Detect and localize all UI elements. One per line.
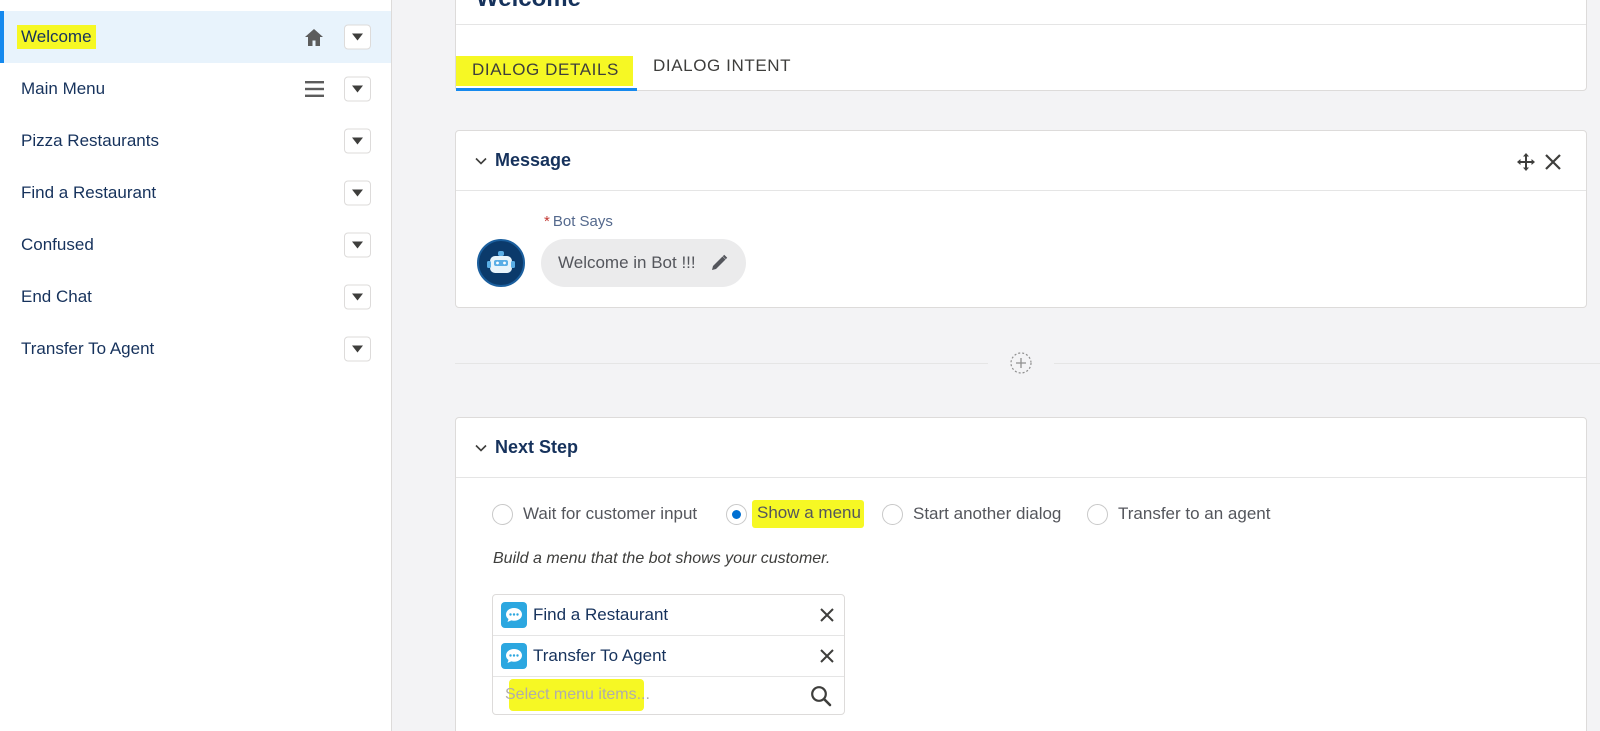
menu-item-label: Find a Restaurant (533, 605, 669, 624)
sidebar-item-welcome[interactable]: Welcome (0, 11, 391, 63)
menu-item-pill: Transfer To Agent (493, 636, 844, 677)
radio-button-checked[interactable] (726, 503, 747, 525)
sidebar-item-label: Confused (21, 235, 94, 254)
radio-transfer-to-an-agent[interactable]: Transfer to an agent (1087, 499, 1270, 529)
bot-message-bubble[interactable]: Welcome in Bot !!! (541, 239, 746, 287)
sidebar-item-label: Welcome (17, 25, 96, 49)
move-icon[interactable] (1516, 152, 1536, 172)
radio-show-a-menu[interactable]: Show a menu (726, 499, 864, 529)
close-icon[interactable] (1544, 153, 1562, 171)
sidebar-item-label: Main Menu (21, 79, 106, 98)
page-title: Welcome (476, 0, 581, 13)
tab-dialog-details[interactable]: DIALOG DETAILS (456, 45, 637, 91)
chevron-down-icon[interactable] (344, 232, 371, 258)
bot-says-text: Bot Says (552, 213, 613, 230)
chat-bubble-icon (501, 602, 527, 628)
tab-label: DIALOG DETAILS (456, 56, 633, 86)
menu-item-pill: Find a Restaurant (493, 595, 844, 636)
sidebar-item-find-a-restaurant[interactable]: Find a Restaurant (0, 167, 391, 219)
chevron-down-icon[interactable] (344, 128, 371, 154)
menu-help-text: Build a menu that the bot shows your cus… (493, 550, 831, 567)
radio-label: Wait for customer input (523, 504, 698, 523)
sidebar-item-label: Transfer To Agent (21, 339, 155, 358)
menu-item-label: Transfer To Agent (533, 646, 667, 665)
radio-start-another-dialog[interactable]: Start another dialog (882, 499, 1061, 529)
sidebar-item-label: Find a Restaurant (21, 183, 157, 202)
chat-bubble-icon (501, 643, 527, 669)
dialog-header-card: Welcome DIALOG DETAILS DIALOG INTENT (455, 0, 1587, 91)
search-icon[interactable] (810, 685, 832, 707)
required-marker: * (544, 213, 550, 230)
radio-button[interactable] (1087, 503, 1108, 525)
sidebar-item-transfer-to-agent[interactable]: Transfer To Agent (0, 323, 391, 375)
radio-button[interactable] (882, 503, 903, 525)
tab-label: DIALOG INTENT (653, 56, 792, 75)
chevron-down-icon[interactable] (344, 76, 371, 102)
chevron-down-icon[interactable] (474, 154, 488, 168)
sidebar-item-label: Pizza Restaurants (21, 131, 159, 150)
chevron-down-icon[interactable] (344, 336, 371, 362)
chevron-down-icon[interactable] (344, 284, 371, 310)
message-section-title: Message (495, 150, 572, 170)
chevron-down-icon[interactable] (344, 24, 371, 50)
home-icon (303, 26, 325, 48)
menu-items-box: Find a Restaurant Transfer To Agent (492, 594, 845, 715)
radio-label: Start another dialog (913, 504, 1062, 523)
chevron-down-icon[interactable] (344, 180, 371, 206)
tab-dialog-intent[interactable]: DIALOG INTENT (653, 45, 813, 91)
remove-icon[interactable] (819, 648, 835, 664)
chevron-down-icon[interactable] (474, 441, 488, 455)
next-step-section-header[interactable]: Next Step (456, 418, 1586, 478)
sidebar-item-main-menu[interactable]: Main Menu (0, 63, 391, 115)
sidebar-item-pizza-restaurants[interactable]: Pizza Restaurants (0, 115, 391, 167)
radio-wait-for-customer-input[interactable]: Wait for customer input (492, 499, 697, 529)
dialog-sidebar: Welcome Main Menu Pizza Restaurants Find… (0, 0, 392, 731)
message-card: Message * Bot Says Welcome in Bot !!! (455, 130, 1587, 308)
next-step-section-title: Next Step (495, 437, 579, 457)
bot-message-text: Welcome in Bot !!! (558, 253, 696, 272)
message-section-header[interactable]: Message (456, 131, 1586, 191)
divider-line (455, 363, 988, 364)
remove-icon[interactable] (819, 607, 835, 623)
radio-button[interactable] (492, 503, 513, 525)
divider-line (1054, 363, 1600, 364)
menu-lines-icon (303, 78, 325, 100)
sidebar-item-label: End Chat (21, 287, 92, 306)
menu-search-input[interactable] (505, 677, 805, 713)
sidebar-item-end-chat[interactable]: End Chat (0, 271, 391, 323)
sidebar-item-confused[interactable]: Confused (0, 219, 391, 271)
radio-label: Transfer to an agent (1118, 504, 1271, 523)
bot-avatar-icon (477, 239, 525, 287)
add-step-icon[interactable] (1010, 352, 1032, 374)
bot-says-label: * Bot Says (544, 213, 613, 230)
title-strip: Welcome (456, 0, 1586, 25)
radio-label: Show a menu (752, 500, 864, 528)
pencil-icon[interactable] (710, 254, 728, 277)
